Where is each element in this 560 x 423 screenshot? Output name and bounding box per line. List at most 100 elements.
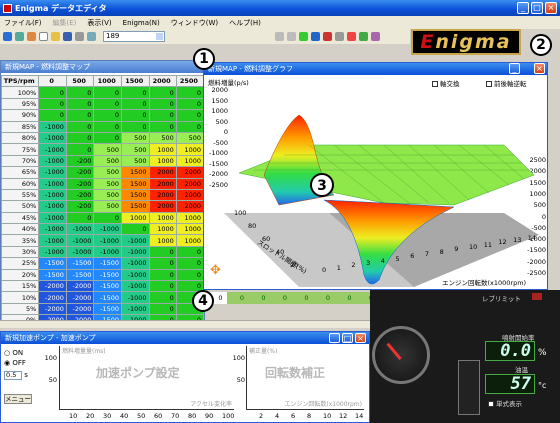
fuel-map-cell[interactable]: 0 (38, 109, 67, 122)
fuel-map-cell[interactable]: 500 (175, 131, 205, 145)
menu-enigma[interactable]: Enigma(N) (123, 19, 160, 27)
new-file-icon[interactable] (39, 32, 48, 41)
menu-file[interactable]: ファイル(F) (4, 18, 42, 28)
accel-pump-chart[interactable]: 加速ポンプ設定 燃料増量量(ms) アクセル変化率 (59, 346, 234, 410)
fuel-map-cell[interactable]: -200 (65, 166, 95, 179)
graph-2d-icon[interactable] (299, 32, 308, 41)
accel-maximize-button[interactable]: □ (342, 333, 353, 343)
fuel-map-row-header[interactable]: 65% (0, 166, 40, 179)
fuel-map-cell[interactable]: 1500 (121, 177, 150, 190)
fuel-map-cell[interactable]: 0 (93, 86, 122, 99)
fuel-map-cell[interactable]: 0 (148, 245, 177, 259)
fuel-map-cell[interactable]: -200 (65, 188, 95, 202)
fuel-map-row-header[interactable]: 25% (0, 257, 40, 270)
fuel-map-cell[interactable]: -1000 (121, 291, 150, 304)
fuel-map-cell[interactable]: 0 (148, 97, 177, 111)
minimize-button[interactable]: _ (517, 2, 529, 14)
fuel-map-row-header[interactable]: 35% (0, 234, 40, 247)
menu-edit[interactable]: 編集(E) (53, 18, 77, 28)
fuel-map-cell[interactable]: 0 (148, 257, 177, 270)
fuel-map-cell[interactable]: 500 (93, 200, 122, 213)
fuel-map-cell[interactable]: 0 (175, 86, 205, 99)
graph-minimize-button[interactable]: _ (509, 63, 520, 74)
connect-tool-icon[interactable] (15, 32, 24, 41)
fuel-map-row-header[interactable]: 5% (0, 302, 40, 316)
fuel-map-cell[interactable]: -2000 (65, 280, 95, 293)
fuel-map-cell[interactable]: 500 (93, 154, 122, 168)
fuel-map-cell[interactable]: 500 (93, 166, 122, 179)
fuel-map-cell[interactable]: -1500 (65, 257, 95, 270)
fuel-map-cell[interactable]: 2000 (175, 188, 205, 202)
fuel-map-row-header[interactable]: 50% (0, 200, 40, 213)
fuel-map-cell[interactable]: 0 (148, 280, 177, 293)
download-icon[interactable] (359, 32, 368, 41)
fuel-map-cell[interactable]: -1000 (121, 245, 150, 259)
value-combo[interactable]: 189 (103, 31, 165, 42)
fuel-map-cell[interactable]: 2000 (175, 177, 205, 190)
fuel-map-col-header[interactable]: 2500 (175, 74, 205, 88)
fuel-map-cell[interactable]: -1000 (65, 245, 95, 259)
fuel-map-cell[interactable]: 0 (65, 131, 95, 145)
fuel-map-cell[interactable]: 0 (65, 143, 95, 156)
fuel-map-cell[interactable]: -1000 (38, 188, 67, 202)
fuel-map-cell[interactable]: -1500 (93, 302, 122, 316)
fuel-map-cell[interactable]: 0 (148, 109, 177, 122)
fuel-map-row-header[interactable]: 95% (0, 97, 40, 111)
fuel-map-row-header[interactable]: 10% (0, 291, 40, 304)
fuel-map-row-header[interactable]: 55% (0, 188, 40, 202)
fuel-map-cell[interactable]: 0 (93, 97, 122, 111)
open-folder-icon[interactable] (51, 32, 60, 41)
fuel-map-cell[interactable]: 1000 (175, 223, 205, 236)
fuel-map-col-header[interactable]: 1000 (93, 74, 122, 88)
fuel-map-cell[interactable]: -1000 (38, 211, 67, 225)
fuel-map-cell[interactable]: 1000 (148, 234, 177, 247)
fuel-map-cell[interactable]: 0 (38, 97, 67, 111)
increase-icon[interactable] (287, 32, 296, 41)
fuel-map-cell[interactable]: 0 (93, 131, 122, 145)
link-icon[interactable] (335, 32, 344, 41)
decrease-icon[interactable] (275, 32, 284, 41)
fuel-map-cell[interactable]: 500 (121, 131, 150, 145)
accel-close-button[interactable]: × (355, 333, 366, 343)
fuel-map-cell[interactable]: 1000 (148, 223, 177, 236)
fuel-map-cell[interactable]: 0 (148, 302, 177, 316)
fuel-map-cell[interactable]: 0 (334, 292, 356, 304)
fuel-map-cell[interactable]: 0 (175, 109, 205, 122)
fuel-map-cell[interactable]: 0 (148, 268, 177, 282)
fuel-map-cell[interactable]: -1000 (121, 268, 150, 282)
fuel-map-cell[interactable]: -1000 (38, 234, 67, 247)
fuel-map-cell[interactable]: 2000 (148, 188, 177, 202)
fuel-map-cell[interactable]: 0 (121, 109, 150, 122)
fuel-map-cell[interactable]: 500 (148, 131, 177, 145)
graph-3d-icon[interactable] (311, 32, 320, 41)
fuel-map-cell[interactable]: 0 (121, 97, 150, 111)
fuel-map-cell[interactable]: 0 (65, 211, 95, 225)
fuel-map-cell[interactable]: -1000 (93, 223, 122, 236)
maximize-button[interactable]: □ (531, 2, 543, 14)
fuel-map-cell[interactable]: -2000 (65, 302, 95, 316)
print-icon[interactable] (75, 32, 84, 41)
fuel-map-row-header[interactable]: 80% (0, 131, 40, 145)
fuel-map-cell[interactable]: 1000 (148, 143, 177, 156)
fuel-map-cell[interactable]: 1500 (121, 188, 150, 202)
fuel-map-cell[interactable]: 0 (175, 97, 205, 111)
fuel-map-cell[interactable]: -1000 (38, 223, 67, 236)
fuel-map-cell[interactable]: -1500 (93, 280, 122, 293)
pointer-tool-icon[interactable] (3, 32, 12, 41)
fuel-map-cell[interactable]: 0 (148, 120, 177, 133)
fuel-map-cell[interactable]: 1000 (175, 234, 205, 247)
upload-icon[interactable] (347, 32, 356, 41)
fuel-map-col-header[interactable]: 0 (38, 74, 67, 88)
fuel-map-cell[interactable]: -1000 (38, 166, 67, 179)
fuel-map-cell[interactable]: 0 (38, 86, 67, 99)
fuel-map-cell[interactable]: -1000 (38, 143, 67, 156)
rpm-correction-chart[interactable]: 回転数補正 補正量(%) エンジン回転数(x1000rpm) (246, 346, 364, 410)
fuel-map-cell[interactable]: 0 (291, 292, 313, 304)
fuel-map-cell[interactable]: 0 (248, 292, 270, 304)
fuel-map-row-header[interactable]: 40% (0, 223, 40, 236)
fuel-map-col-header[interactable]: 500 (65, 74, 95, 88)
fuel-map-cell[interactable]: -2000 (65, 291, 95, 304)
fuel-map-cell[interactable]: 0 (93, 109, 122, 122)
fuel-map-cell[interactable]: 1000 (148, 154, 177, 168)
fuel-map-cell[interactable]: -1000 (65, 234, 95, 247)
